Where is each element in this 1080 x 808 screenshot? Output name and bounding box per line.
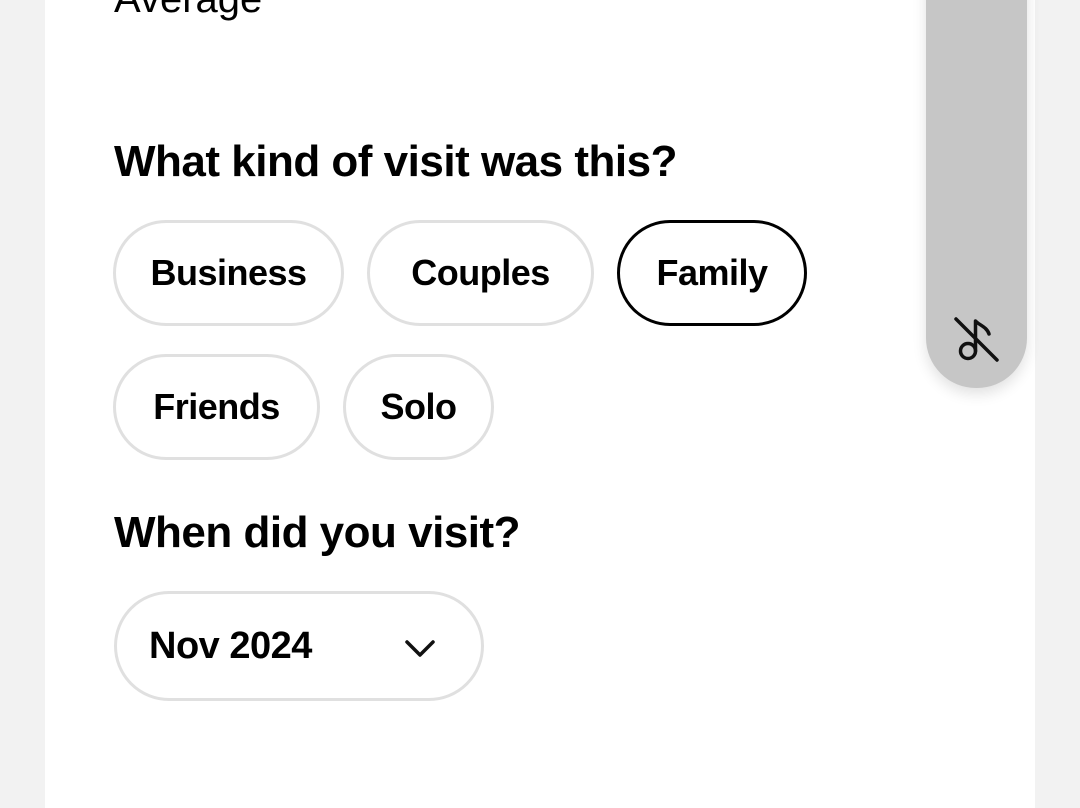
- visit-type-heading: What kind of visit was this?: [114, 137, 677, 186]
- visit-date-value: Nov 2024: [149, 625, 312, 667]
- visit-type-option-family[interactable]: Family: [617, 220, 807, 326]
- visit-type-option-friends[interactable]: Friends: [113, 354, 320, 460]
- visit-date-heading: When did you visit?: [114, 508, 521, 557]
- visit-type-option-solo[interactable]: Solo: [343, 354, 494, 460]
- chevron-down-icon: [405, 640, 435, 657]
- visit-type-option-business[interactable]: Business: [113, 220, 344, 326]
- visit-type-option-couples[interactable]: Couples: [367, 220, 594, 326]
- rating-label: Average: [114, 0, 262, 24]
- music-off-icon[interactable]: [953, 314, 1001, 364]
- visit-date-select[interactable]: Nov 2024: [114, 591, 484, 701]
